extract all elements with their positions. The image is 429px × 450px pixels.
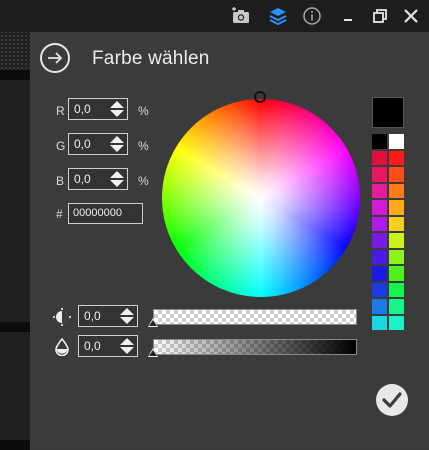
color-swatch[interactable] (372, 266, 387, 281)
color-swatch[interactable] (389, 266, 404, 281)
green-label: G (56, 139, 66, 153)
color-swatch[interactable] (372, 183, 387, 198)
brightness-slider[interactable] (153, 309, 357, 325)
background-bar (0, 70, 30, 80)
color-swatch[interactable] (372, 233, 387, 248)
color-preview (372, 97, 404, 128)
dialog-title: Farbe wählen (92, 48, 210, 69)
color-swatch[interactable] (389, 233, 404, 248)
water-drop-icon (53, 337, 71, 357)
color-wheel-cursor[interactable] (254, 91, 266, 103)
camera-plus-icon[interactable] (231, 6, 251, 26)
opacity-slider-thumb[interactable] (148, 348, 158, 357)
red-input[interactable]: 0,0 (68, 98, 128, 120)
opacity-gradient (154, 340, 356, 354)
info-icon[interactable] (302, 6, 322, 26)
blue-stepper[interactable] (109, 169, 125, 189)
increment-icon[interactable] (120, 308, 134, 315)
hex-input[interactable]: 00000000 (68, 203, 143, 224)
color-swatch[interactable] (389, 150, 404, 165)
background-bar (0, 322, 30, 332)
background-window-strip (0, 0, 30, 450)
color-swatch[interactable] (372, 200, 387, 215)
red-unit: % (138, 104, 149, 118)
hex-label: # (56, 207, 63, 221)
title-bar (0, 0, 429, 32)
decrement-icon[interactable] (110, 180, 124, 187)
red-stepper[interactable] (109, 99, 125, 119)
color-swatch[interactable] (372, 315, 387, 330)
red-label: R (56, 104, 65, 118)
brightness-icon (53, 308, 71, 326)
color-swatch[interactable] (372, 249, 387, 264)
color-swatch[interactable] (372, 134, 387, 149)
color-swatch[interactable] (389, 249, 404, 264)
checkmark-icon (382, 392, 402, 408)
decrement-icon[interactable] (120, 347, 134, 354)
confirm-button[interactable] (376, 384, 408, 416)
blue-input[interactable]: 0,0 (68, 168, 128, 190)
opacity-value: 0,0 (84, 339, 101, 353)
increment-icon[interactable] (110, 171, 124, 178)
background-texture (0, 30, 30, 70)
opacity-input[interactable]: 0,0 (78, 335, 138, 357)
green-stepper[interactable] (109, 134, 125, 154)
color-swatch[interactable] (389, 282, 404, 297)
red-value: 0,0 (74, 102, 91, 116)
color-swatch[interactable] (389, 299, 404, 314)
decrement-icon[interactable] (110, 110, 124, 117)
color-swatch[interactable] (372, 216, 387, 231)
color-wheel[interactable] (162, 99, 360, 297)
opacity-slider[interactable] (153, 339, 357, 355)
green-input[interactable]: 0,0 (68, 133, 128, 155)
increment-icon[interactable] (120, 338, 134, 345)
blue-value: 0,0 (74, 172, 91, 186)
blue-label: B (56, 174, 65, 188)
color-swatch[interactable] (389, 183, 404, 198)
color-swatch[interactable] (372, 167, 387, 182)
color-swatch[interactable] (389, 315, 404, 330)
restore-icon[interactable] (370, 6, 390, 26)
minimize-icon[interactable] (338, 6, 358, 26)
color-swatch[interactable] (389, 134, 404, 149)
decrement-icon[interactable] (120, 317, 134, 324)
close-icon[interactable] (401, 6, 421, 26)
increment-icon[interactable] (110, 136, 124, 143)
color-swatch[interactable] (372, 282, 387, 297)
opacity-stepper[interactable] (119, 336, 135, 356)
brightness-slider-thumb[interactable] (148, 318, 158, 327)
blue-unit: % (138, 174, 149, 188)
green-value: 0,0 (74, 137, 91, 151)
color-swatch[interactable] (389, 200, 404, 215)
background-bar (0, 440, 30, 450)
arrow-right-circle-icon[interactable] (40, 43, 70, 73)
brightness-input[interactable]: 0,0 (78, 305, 138, 327)
increment-icon[interactable] (110, 101, 124, 108)
color-swatch[interactable] (389, 216, 404, 231)
color-palette (372, 134, 406, 330)
color-swatch[interactable] (389, 167, 404, 182)
decrement-icon[interactable] (110, 145, 124, 152)
green-unit: % (138, 139, 149, 153)
color-swatch[interactable] (372, 150, 387, 165)
color-swatch[interactable] (372, 299, 387, 314)
brightness-value: 0,0 (84, 309, 101, 323)
brightness-stepper[interactable] (119, 306, 135, 326)
layers-icon[interactable] (268, 6, 288, 26)
